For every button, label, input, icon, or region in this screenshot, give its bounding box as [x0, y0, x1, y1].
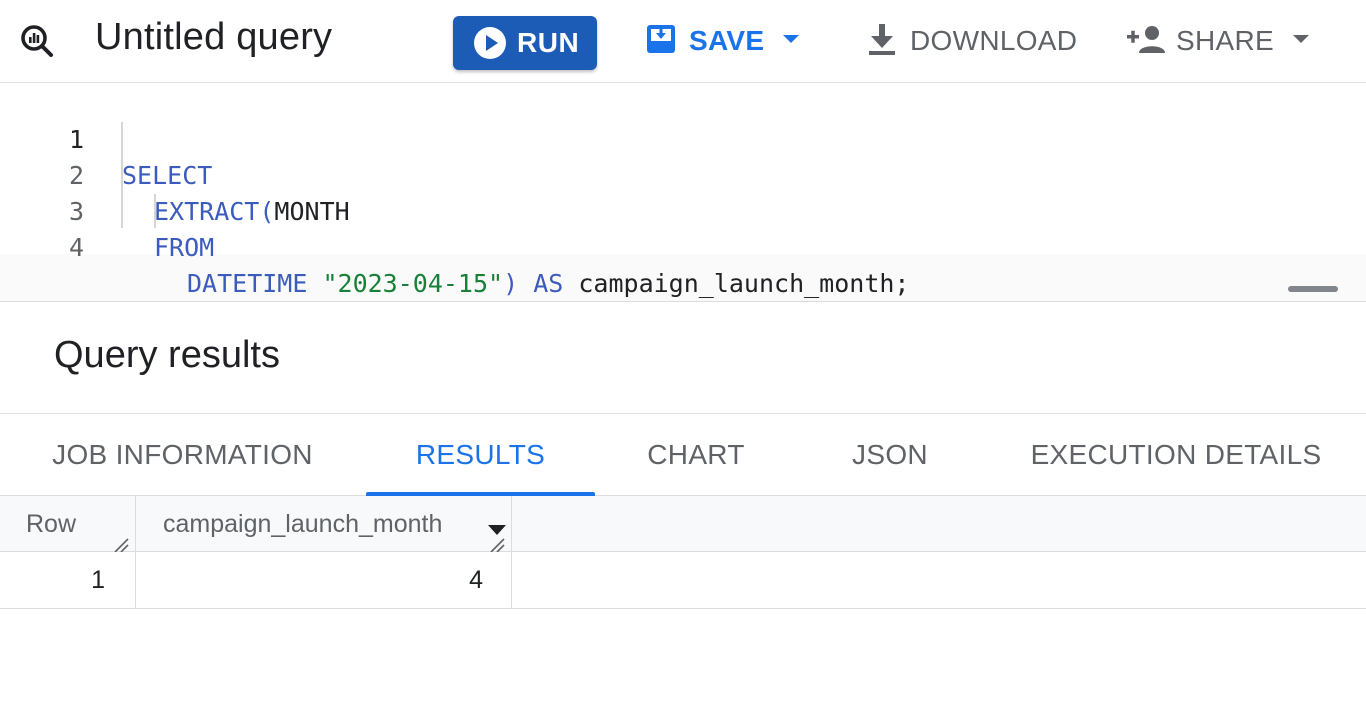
code-token: AS [533, 269, 579, 298]
code-line[interactable]: 2 EXTRACT(MONTH [0, 122, 350, 226]
share-button-label: SHARE [1176, 25, 1274, 56]
code-token: SELECT [122, 161, 213, 190]
share-menu-chevron-down-icon[interactable] [1292, 32, 1310, 50]
column-resize-icon[interactable] [488, 532, 506, 553]
tab-json[interactable]: JSON [820, 414, 960, 496]
share-button[interactable]: SHARE [1126, 20, 1310, 62]
editor-resize-handle[interactable] [1288, 286, 1338, 292]
save-menu-chevron-down-icon[interactable] [782, 32, 800, 50]
table-header: Row campaign_launch_month [0, 496, 1366, 553]
column-header-campaign-launch-month[interactable]: campaign_launch_month [136, 496, 512, 553]
save-button[interactable]: SAVE [645, 20, 800, 62]
tab-results[interactable]: RESULTS [366, 414, 595, 496]
tab-chart[interactable]: CHART [620, 414, 772, 496]
results-heading: Query results [54, 334, 280, 376]
save-icon [645, 23, 677, 60]
save-button-label: SAVE [689, 25, 765, 56]
column-header-label: campaign_launch_month [163, 509, 443, 538]
code-token: MONTH [274, 197, 350, 226]
download-icon [866, 22, 898, 61]
code-token: DATETIME [187, 269, 323, 298]
code-token: "2023-04-15" [322, 269, 504, 298]
sql-editor[interactable]: 1 SELECT 2 EXTRACT(MONTH 3 FROM 4 DATETI… [0, 84, 1366, 302]
code-line[interactable]: 3 FROM [0, 158, 214, 262]
code-token: campaign_launch_month; [578, 269, 910, 298]
run-button[interactable]: RUN [453, 16, 597, 70]
column-header-label: Row [26, 509, 77, 538]
tab-job-information[interactable]: JOB INFORMATION [30, 414, 335, 496]
line-number: 4 [68, 233, 84, 262]
code-token: ) [503, 269, 534, 298]
run-button-label: RUN [517, 27, 580, 58]
query-toolbar: Untitled query RUN SAVE DOWNLOAD SHARE [0, 0, 1366, 83]
query-magnifier-icon [18, 22, 56, 60]
play-circle-icon [473, 26, 507, 60]
column-header-row: Row [0, 496, 136, 553]
download-button-label: DOWNLOAD [910, 25, 1078, 56]
column-resize-icon[interactable] [112, 532, 130, 553]
table-cell[interactable]: 4 [136, 552, 512, 608]
code-line[interactable]: 1 SELECT [0, 86, 212, 190]
table-row: 1 4 [0, 552, 1366, 609]
code-token: FROM [154, 233, 215, 262]
query-title[interactable]: Untitled query [95, 16, 332, 59]
code-line[interactable]: 4 DATETIME "2023-04-15") AS campaign_lau… [0, 194, 910, 298]
download-button[interactable]: DOWNLOAD [866, 20, 1077, 62]
tab-execution-details[interactable]: EXECUTION DETAILS [1010, 414, 1342, 496]
person-add-icon [1126, 23, 1166, 60]
results-tabs: JOB INFORMATION RESULTS CHART JSON EXECU… [0, 413, 1366, 496]
row-number-cell: 1 [0, 552, 136, 608]
code-token: EXTRACT( [154, 197, 275, 226]
column-menu-chevron-down-icon[interactable] [486, 516, 508, 535]
